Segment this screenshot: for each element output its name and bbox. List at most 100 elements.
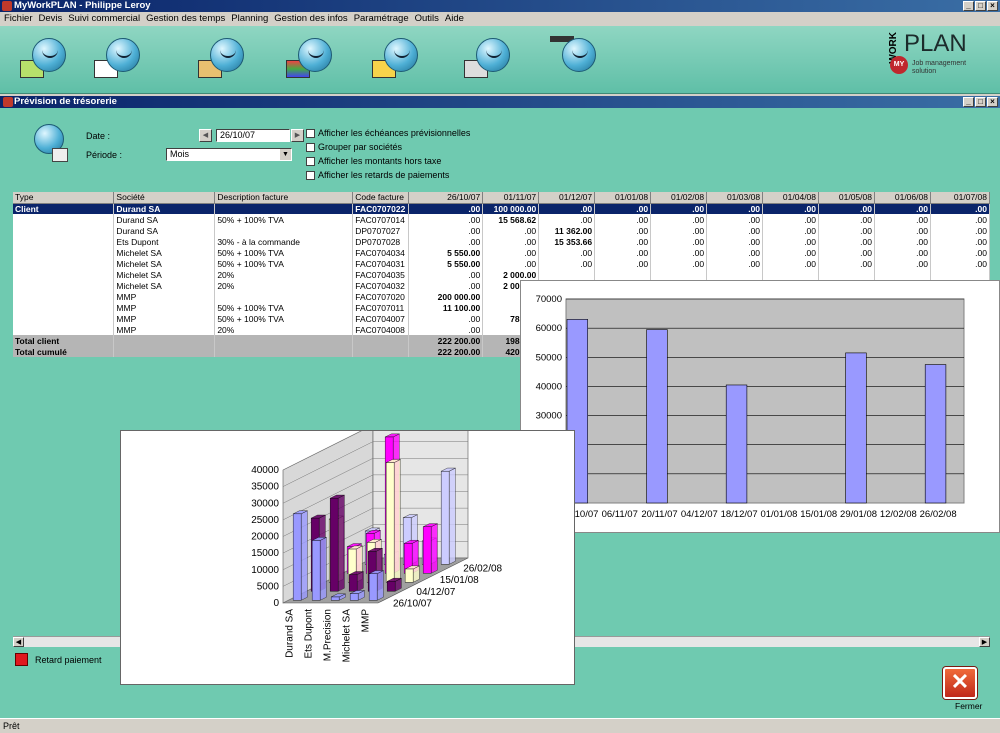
retard-color-swatch <box>15 653 28 666</box>
date-prev-button[interactable]: ◀ <box>199 129 212 142</box>
table-cell: 222 200.00 <box>408 335 484 346</box>
table-cell <box>13 247 115 258</box>
table-cell: .00 <box>650 203 708 214</box>
table-cell: .00 <box>930 247 990 258</box>
menu-gestion-des-temps[interactable]: Gestion des temps <box>146 12 225 26</box>
column-header[interactable]: Société <box>113 192 216 204</box>
table-row[interactable]: Michelet SA 50% + 100% TVA FAC0704034 5 550… <box>13 247 990 258</box>
table-cell: 15 568.62 <box>482 214 540 225</box>
column-header[interactable]: 01/02/08 <box>650 192 708 204</box>
table-cell: .00 <box>538 247 596 258</box>
scroll-right-icon[interactable]: ▶ <box>979 637 990 647</box>
table-cell <box>352 335 410 346</box>
scroll-left-icon[interactable]: ◀ <box>13 637 24 647</box>
close-window-button[interactable]: × <box>987 1 998 11</box>
table-cell: .00 <box>874 258 931 269</box>
table-cell: .00 <box>650 236 708 247</box>
table-cell: 11 100.00 <box>408 302 484 313</box>
periode-select[interactable]: Mois ▼ <box>166 148 292 161</box>
menu-outils[interactable]: Outils <box>415 12 439 26</box>
checkbox-grouper[interactable]: Grouper par sociétés <box>306 142 402 152</box>
menu-bar: Fichier Devis Suivi commercial Gestion d… <box>0 12 1000 26</box>
table-cell: FAC0707014 <box>352 214 410 225</box>
column-header[interactable]: 01/07/08 <box>930 192 990 204</box>
chevron-down-icon[interactable]: ▼ <box>280 149 291 160</box>
column-header[interactable]: Code facture <box>352 192 410 204</box>
x-tick-label: 04/12/07 <box>681 509 718 520</box>
checkbox-retards[interactable]: Afficher les retards de paiements <box>306 170 449 180</box>
table-cell: .00 <box>818 225 875 236</box>
table-cell: .00 <box>408 280 484 291</box>
table-row[interactable]: Durand SA 50% + 100% TVA FAC0707014.00 15 5… <box>13 214 990 225</box>
table-row[interactable]: Michelet SA 20% FAC0704035.00 2 000.00 <box>13 269 990 280</box>
column-header[interactable]: 01/03/08 <box>706 192 764 204</box>
checkbox-box[interactable] <box>306 156 315 166</box>
info-globe-icon[interactable] <box>370 34 426 86</box>
table-row[interactable]: Michelet SA 50% + 100% TVA FAC0704031 5 550… <box>13 258 990 269</box>
checkbox-box[interactable] <box>306 170 315 180</box>
table-row[interactable]: Client Durand SA FAC0707022.00 100 000.00.0… <box>13 203 990 214</box>
table-cell: .00 <box>650 225 708 236</box>
table-cell <box>13 313 115 324</box>
time-globe-icon[interactable] <box>196 34 252 86</box>
column-header[interactable]: 01/04/08 <box>762 192 820 204</box>
column-header[interactable]: 01/05/08 <box>818 192 875 204</box>
checkbox-box[interactable] <box>306 142 315 152</box>
maximize-button[interactable]: □ <box>975 1 986 11</box>
table-cell <box>113 335 216 346</box>
table-row[interactable]: Durand SA DP0707027.00.00 11 362.00.00.00.… <box>13 225 990 236</box>
table-cell: Client <box>13 203 115 214</box>
table-cell: Durand SA <box>113 225 216 236</box>
column-header[interactable]: 01/11/07 <box>482 192 540 204</box>
table-cell: FAC0707011 <box>352 302 410 313</box>
column-header[interactable]: 26/10/07 <box>408 192 484 204</box>
menu-gestion-des-infos[interactable]: Gestion des infos <box>274 12 347 26</box>
table-cell: .00 <box>482 225 540 236</box>
table-cell: Michelet SA <box>113 280 216 291</box>
menu-devis[interactable]: Devis <box>39 12 63 26</box>
table-cell: .00 <box>594 225 652 236</box>
checkbox-box[interactable] <box>306 128 315 138</box>
column-header[interactable]: 01/06/08 <box>874 192 931 204</box>
table-cell: 11 362.00 <box>538 225 596 236</box>
checkbox-hors-taxe[interactable]: Afficher les montants hors taxe <box>306 156 441 166</box>
menu-planning[interactable]: Planning <box>231 12 268 26</box>
child-close-button[interactable]: × <box>987 97 998 107</box>
bar-side <box>337 494 345 592</box>
depth-tick-label: 26/10/07 <box>393 599 432 610</box>
table-cell: DP0707028 <box>352 236 410 247</box>
help-globe-icon[interactable] <box>548 34 604 86</box>
table-cell <box>113 346 216 357</box>
column-header[interactable]: Description facture <box>214 192 354 204</box>
menu-aide[interactable]: Aide <box>445 12 464 26</box>
bar <box>725 384 748 504</box>
date-next-button[interactable]: ▶ <box>291 129 304 142</box>
column-header[interactable]: 01/12/07 <box>538 192 596 204</box>
column-header[interactable]: Type <box>13 192 115 204</box>
date-input[interactable]: 26/10/07 <box>216 129 290 142</box>
table-cell: .00 <box>650 214 708 225</box>
column-header[interactable]: 01/01/08 <box>594 192 652 204</box>
checkbox-echeances[interactable]: Afficher les échéances prévisionnelles <box>306 128 470 138</box>
table-row[interactable]: Ets Dupont 30% - à la commande DP0707028.0… <box>13 236 990 247</box>
child-minimize-button[interactable]: _ <box>963 97 974 107</box>
child-window-title-bar: Prévision de trésorerie _ □ × <box>0 96 1000 108</box>
fermer-button[interactable]: ✕ <box>943 667 977 699</box>
minimize-button[interactable]: _ <box>963 1 974 11</box>
menu-fichier[interactable]: Fichier <box>4 12 33 26</box>
settings-globe-icon[interactable] <box>462 34 518 86</box>
table-cell: 5 550.00 <box>408 258 484 269</box>
bar-side <box>448 467 456 565</box>
finance-globe-icon[interactable] <box>18 34 74 86</box>
child-maximize-button[interactable]: □ <box>975 97 986 107</box>
table-cell: .00 <box>762 247 820 258</box>
bar <box>330 596 340 601</box>
table-cell: .00 <box>408 269 484 280</box>
table-cell: Michelet SA <box>113 247 216 258</box>
menu-parametrage[interactable]: Paramétrage <box>354 12 409 26</box>
table-cell: .00 <box>538 203 596 214</box>
table-cell: .00 <box>930 214 990 225</box>
menu-suivi-commercial[interactable]: Suivi commercial <box>68 12 140 26</box>
planning-globe-icon[interactable] <box>284 34 340 86</box>
quote-globe-icon[interactable] <box>92 34 148 86</box>
